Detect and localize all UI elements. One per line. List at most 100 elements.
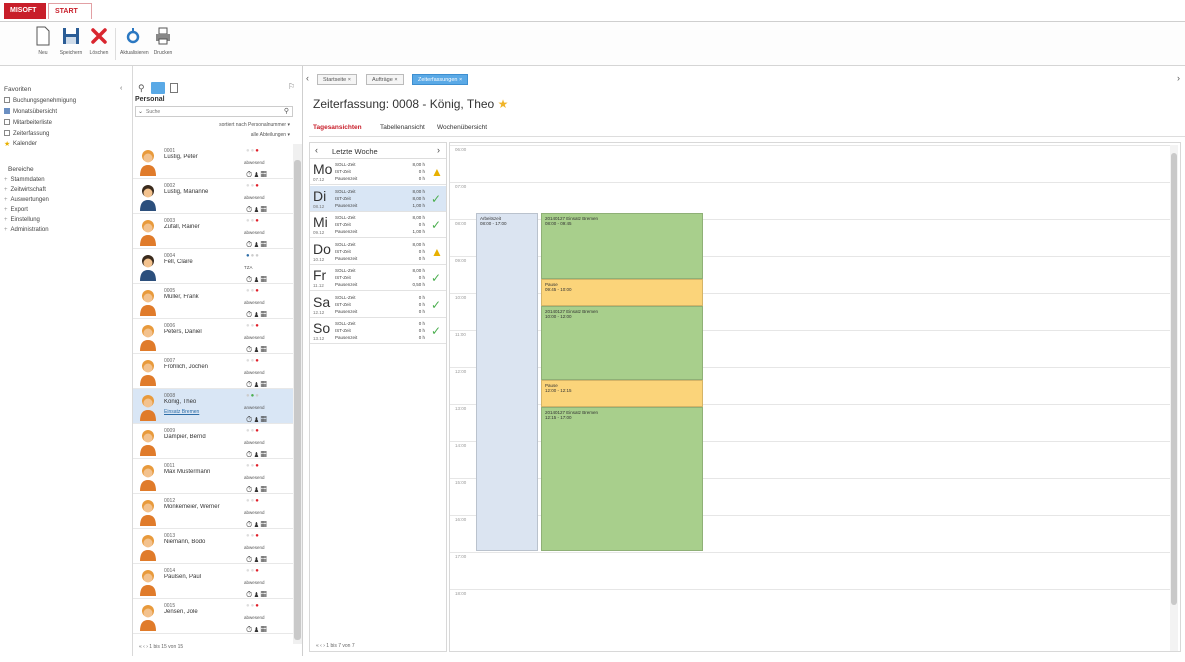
week-day-row[interactable]: Di 08.12 SOLL-Zeit IST-Zeit Pausenzeit 8,00 h… bbox=[310, 185, 446, 212]
section-item[interactable]: + Einstellung bbox=[4, 217, 40, 226]
assignment-event-1[interactable]: 20140127 Einsatz Bremen 08:00 - 09:45 bbox=[541, 213, 703, 279]
user-icon[interactable]: ♟ bbox=[253, 380, 260, 389]
week-day-row[interactable]: So 13.12 SOLL-Zeit IST-Zeit Pausenzeit 0 h 0 h… bbox=[310, 318, 446, 344]
breadcrumb-startseite[interactable]: Startseite × bbox=[317, 74, 357, 85]
worktime-event[interactable]: Arbeitszeit 08:00 - 17:00 bbox=[476, 213, 538, 551]
breadcrumb-zeiterfassungen[interactable]: Zeiterfassungen × bbox=[412, 74, 469, 85]
fav-item[interactable]: Monatsübersicht bbox=[4, 108, 57, 117]
assignment-event-3[interactable]: 20140127 Einsatz Bremen 12:15 - 17:00 bbox=[541, 407, 703, 551]
person-card[interactable]: 0005 Müller, Frank ●●● abwesend ⏱♟▦ bbox=[133, 284, 293, 319]
fav-item[interactable]: Buchungsgenehmigung bbox=[4, 97, 76, 106]
new-button[interactable]: Neu bbox=[30, 26, 56, 64]
fav-item[interactable]: Zeiterfassung bbox=[4, 130, 49, 139]
filter-chevron-icon[interactable]: ⌄ bbox=[138, 108, 143, 115]
tab-misoft[interactable]: MISOFT bbox=[4, 3, 46, 19]
fav-item[interactable]: ★ Kalender bbox=[4, 141, 37, 150]
person-card[interactable]: 0007 Fröhlich, Jochen ●●● abwesend ⏱♟▦ bbox=[133, 354, 293, 389]
forward-chevron-icon[interactable]: › bbox=[1177, 73, 1180, 83]
week-day-row[interactable]: Do 10.12 SOLL-Zeit IST-Zeit Pausenzeit 8,00 h… bbox=[310, 238, 446, 265]
calendar-grid-icon[interactable]: ▦ bbox=[261, 275, 268, 284]
person-card[interactable]: 0004 Fell, Claire ●●● TZA ⏱♟▦ bbox=[133, 249, 293, 284]
person-card[interactable]: 0015 Jensen, Jole ●●● abwesend ⏱♟▦ bbox=[133, 599, 293, 634]
user-icon[interactable]: ♟ bbox=[253, 625, 260, 634]
refresh-button[interactable]: Aktualisieren bbox=[120, 26, 149, 64]
sort-select[interactable]: sortiert nach Personalnummer ▾ bbox=[219, 122, 290, 128]
assignment-link[interactable]: Einsatz Bremen bbox=[164, 409, 199, 415]
save-button[interactable]: Speichern bbox=[58, 26, 84, 64]
user-icon[interactable]: ♟ bbox=[253, 170, 260, 179]
person-card[interactable]: 0013 Niemann, Bodo ●●● abwesend ⏱♟▦ bbox=[133, 529, 293, 564]
collapse-chevron-icon[interactable]: ‹ bbox=[120, 85, 122, 92]
fav-item[interactable]: Mitarbeiterliste bbox=[4, 119, 52, 128]
search-tool-icon[interactable]: ⚲ bbox=[138, 83, 145, 94]
calendar-grid-icon[interactable]: ▦ bbox=[261, 415, 268, 424]
person-view-icon[interactable] bbox=[151, 82, 165, 94]
tab-start[interactable]: START bbox=[48, 3, 92, 19]
user-icon[interactable]: ♟ bbox=[253, 450, 260, 459]
prev-week-icon[interactable]: ‹ bbox=[315, 145, 318, 155]
user-icon[interactable]: ♟ bbox=[253, 555, 260, 564]
next-week-icon[interactable]: › bbox=[437, 145, 440, 155]
assignment-event-2[interactable]: 20140127 Einsatz Bremen 10:00 - 12:00 bbox=[541, 306, 703, 380]
user-icon[interactable]: ♟ bbox=[253, 590, 260, 599]
calendar-grid-icon[interactable]: ▦ bbox=[261, 170, 268, 179]
back-chevron-icon[interactable]: ‹ bbox=[306, 73, 309, 83]
person-card[interactable]: 0006 Peters, Daniel ●●● abwesend ⏱♟▦ bbox=[133, 319, 293, 354]
user-icon[interactable]: ♟ bbox=[253, 275, 260, 284]
person-card[interactable]: 0012 Monkemeier, Werner ●●● abwesend ⏱♟▦ bbox=[133, 494, 293, 529]
user-icon[interactable]: ♟ bbox=[253, 415, 260, 424]
section-item[interactable]: + Export bbox=[4, 207, 28, 216]
calendar-grid-icon[interactable]: ▦ bbox=[261, 520, 268, 529]
calendar-grid-icon[interactable]: ▦ bbox=[261, 450, 268, 459]
personnel-scrollbar-thumb[interactable] bbox=[294, 160, 301, 640]
calendar-grid-icon[interactable]: ▦ bbox=[261, 485, 268, 494]
person-card[interactable]: 0009 Dampier, Bernd ●●● abwesend ⏱♟▦ bbox=[133, 424, 293, 459]
department-filter-select[interactable]: alle Abteilungen ▾ bbox=[251, 132, 290, 138]
week-pager[interactable]: « ‹ › 1 bis 7 von 7 bbox=[316, 643, 355, 649]
user-icon[interactable]: ♟ bbox=[253, 485, 260, 494]
week-day-row[interactable]: Mo 07.12 SOLL-Zeit IST-Zeit Pausenzeit 8,00 h… bbox=[310, 159, 446, 185]
week-day-row[interactable]: Mi 09.12 SOLL-Zeit IST-Zeit Pausenzeit 8,00 h… bbox=[310, 212, 446, 238]
delete-button[interactable]: Löschen bbox=[86, 26, 112, 64]
week-day-row[interactable]: Sa 12.12 SOLL-Zeit IST-Zeit Pausenzeit 0 h0 h… bbox=[310, 291, 446, 318]
calendar-grid-icon[interactable]: ▦ bbox=[261, 310, 268, 319]
calendar-grid-icon[interactable]: ▦ bbox=[261, 625, 268, 634]
breadcrumb-auftraege[interactable]: Aufträge × bbox=[366, 74, 404, 85]
user-icon[interactable]: ♟ bbox=[253, 520, 260, 529]
person-card[interactable]: 0001 Lustig, Peter ●●● abwesend ⏱♟▦ bbox=[133, 144, 293, 179]
search-field[interactable]: ⌄ ⚲ bbox=[135, 106, 293, 117]
personnel-pager[interactable]: « ‹ › 1 bis 15 von 15 bbox=[139, 644, 183, 650]
section-item[interactable]: + Zeitwirtschaft bbox=[4, 187, 46, 196]
section-item[interactable]: + Stammdaten bbox=[4, 177, 45, 186]
search-icon[interactable]: ⚲ bbox=[284, 107, 289, 115]
user-icon[interactable]: ♟ bbox=[253, 240, 260, 249]
tab-tagesansichten[interactable]: Tagesansichten bbox=[313, 124, 362, 131]
person-card[interactable]: 0002 Lustig, Marianne ●●● abwesend ⏱♟▦ bbox=[133, 179, 293, 214]
pause-event-2[interactable]: Pause 12:00 - 12:15 bbox=[541, 380, 703, 407]
calendar-scrollbar-thumb[interactable] bbox=[1171, 153, 1177, 605]
user-icon[interactable]: ♟ bbox=[253, 310, 260, 319]
pin-icon[interactable]: ⚐ bbox=[288, 82, 295, 91]
pause-event-1[interactable]: Pause 09:45 - 10:00 bbox=[541, 279, 703, 306]
tab-tabellenansicht[interactable]: Tabellenansicht bbox=[380, 124, 425, 131]
calendar-grid-icon[interactable]: ▦ bbox=[261, 240, 268, 249]
person-card[interactable]: 0014 Paulsen, Paul ●●● abwesend ⏱♟▦ bbox=[133, 564, 293, 599]
print-button[interactable]: Drucken bbox=[150, 26, 176, 64]
calendar-grid-icon[interactable]: ▦ bbox=[261, 380, 268, 389]
calendar-grid-icon[interactable]: ▦ bbox=[261, 345, 268, 354]
calendar-grid-icon[interactable]: ▦ bbox=[261, 205, 268, 214]
tab-wochenuebersicht[interactable]: Wochenübersicht bbox=[437, 124, 487, 131]
person-card[interactable]: 0003 Zufall, Rainer ●●● abwesend ⏱♟▦ bbox=[133, 214, 293, 249]
user-icon[interactable]: ♟ bbox=[253, 205, 260, 214]
section-item[interactable]: + Administration bbox=[4, 227, 49, 236]
search-input[interactable] bbox=[146, 108, 276, 116]
calendar-grid-icon[interactable]: ▦ bbox=[261, 590, 268, 599]
calendar-grid-icon[interactable]: ▦ bbox=[261, 555, 268, 564]
user-icon[interactable]: ♟ bbox=[253, 345, 260, 354]
person-card[interactable]: 0011 Max Mustermann ●●● abwesend ⏱♟▦ bbox=[133, 459, 293, 494]
favorite-star-icon[interactable]: ★ bbox=[498, 97, 509, 111]
week-day-row[interactable]: Fr 11.12 SOLL-Zeit IST-Zeit Pausenzeit 8,00 h… bbox=[310, 265, 446, 291]
person-card[interactable]: 0008 König, Theo Einsatz Bremen ●●● anwesend… bbox=[133, 389, 293, 424]
document-view-icon[interactable] bbox=[170, 83, 178, 93]
section-item[interactable]: + Auswertungen bbox=[4, 197, 49, 206]
